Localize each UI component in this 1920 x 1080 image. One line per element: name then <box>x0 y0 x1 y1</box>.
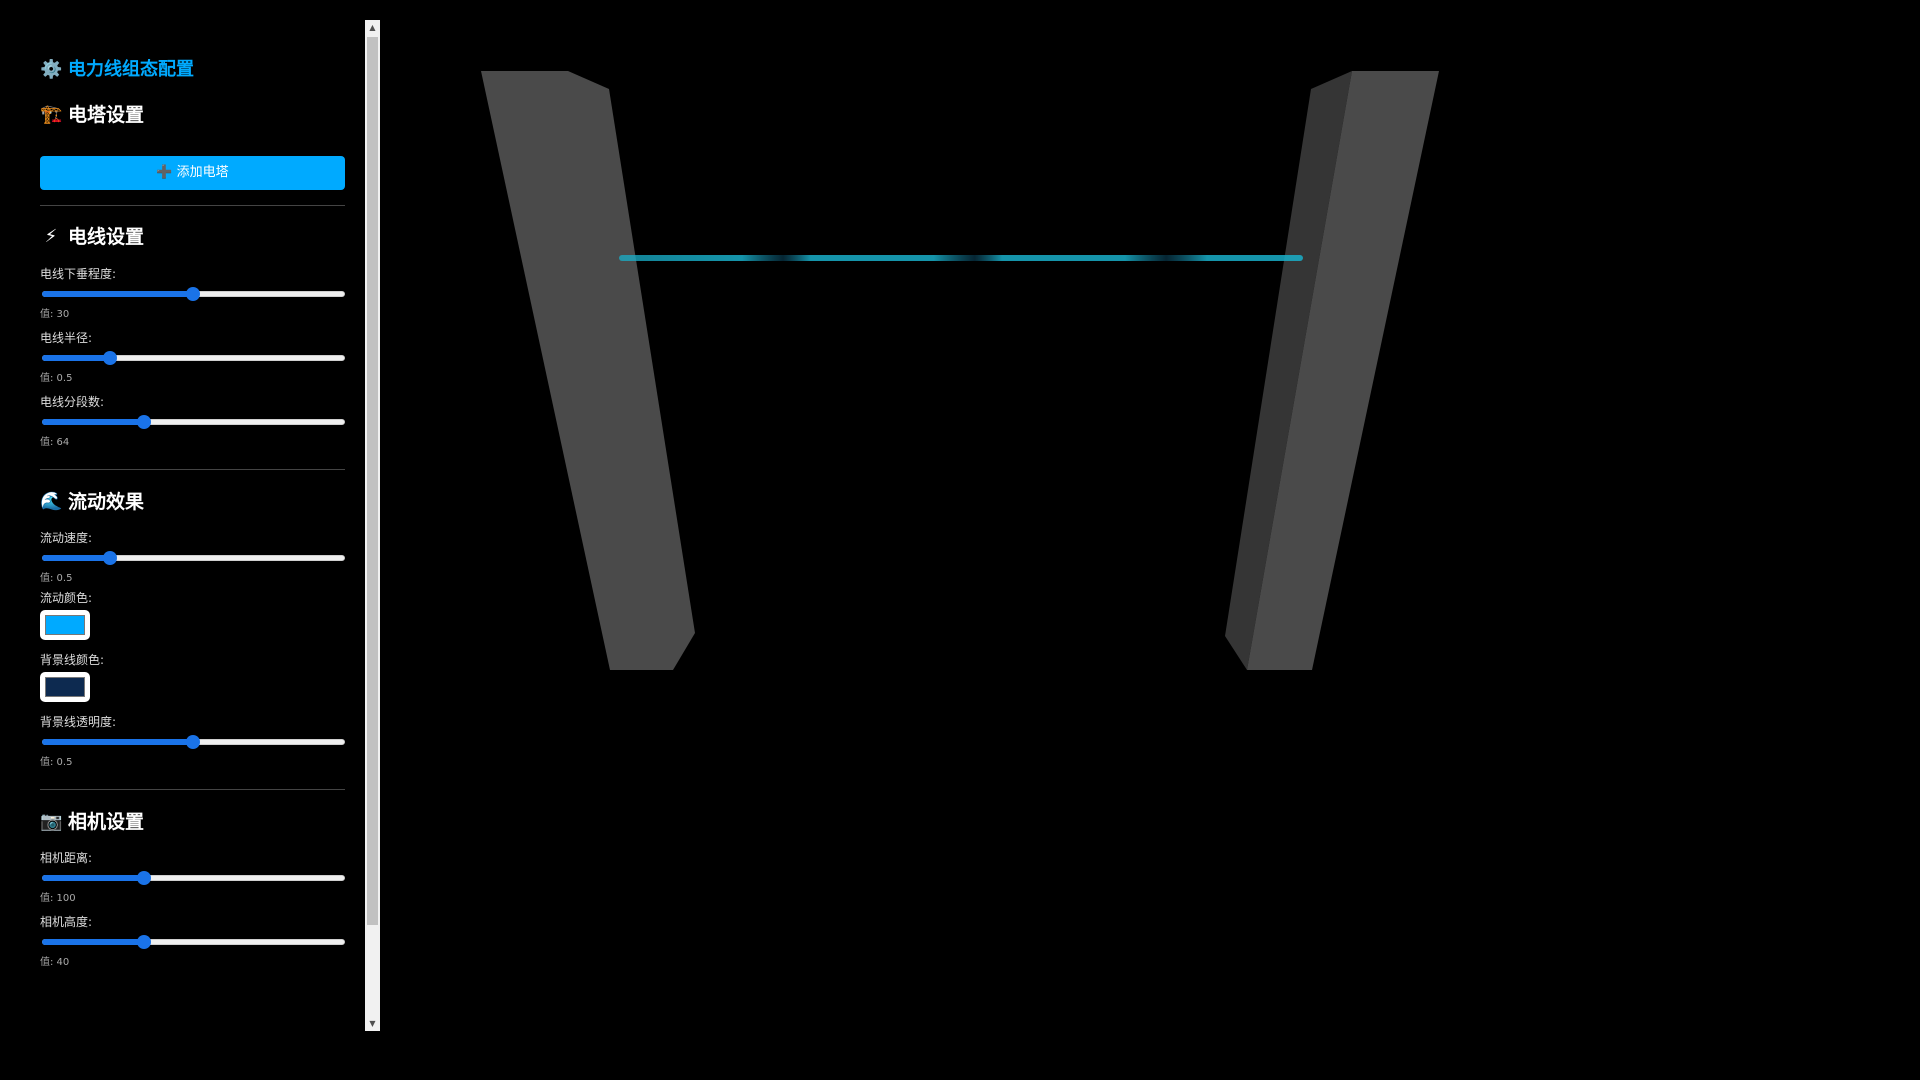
panel-title: ⚙️ 电力线组态配置 <box>40 58 341 82</box>
wire-segments-label: 电线分段数: <box>40 395 105 409</box>
wire-radius-value: 值: 0.5 <box>40 373 73 384</box>
flow-speed-value: 值: 0.5 <box>40 573 73 584</box>
section-title-tower-text: 电塔设置 <box>68 104 145 126</box>
slider-fill <box>42 939 145 945</box>
power-wire[interactable] <box>619 255 1303 261</box>
bg-line-opacity-slider[interactable] <box>40 734 345 750</box>
slider-thumb[interactable] <box>185 735 200 749</box>
panel-title-text: 电力线组态配置 <box>68 59 194 80</box>
section-title-flow-text: 流动效果 <box>68 491 145 513</box>
bg-line-color-value <box>45 677 85 697</box>
panel-scrollbar[interactable]: ▲ ▼ <box>365 20 380 1031</box>
scrollbar-thumb[interactable] <box>367 37 378 925</box>
tower-left[interactable] <box>481 71 695 670</box>
scroll-down-arrow-icon[interactable]: ▼ <box>365 1016 380 1031</box>
camera-height-slider[interactable] <box>40 934 345 950</box>
wire-radius-slider[interactable] <box>40 350 345 366</box>
slider-thumb[interactable] <box>137 415 152 429</box>
wire-sag-slider[interactable] <box>40 286 345 302</box>
slider-thumb[interactable] <box>102 551 117 565</box>
camera-distance-value: 值: 100 <box>40 893 76 904</box>
wave-icon: 🌊 <box>40 491 63 512</box>
section-title-camera: 📷 相机设置 <box>40 809 341 835</box>
slider-fill <box>42 419 145 425</box>
lightning-icon: ⚡ <box>44 226 58 247</box>
slider-fill <box>42 555 110 561</box>
gear-icon: ⚙️ <box>40 59 63 80</box>
add-tower-button[interactable]: ➕ 添加电塔 <box>40 156 345 190</box>
flow-speed-label: 流动速度: <box>40 531 93 545</box>
bg-line-opacity-label: 背景线透明度: <box>40 715 117 729</box>
section-title-flow: 🌊 流动效果 <box>40 489 341 515</box>
slider-thumb[interactable] <box>137 871 152 885</box>
slider-fill <box>42 355 110 361</box>
bg-line-color-picker[interactable] <box>40 672 90 702</box>
camera-icon: 📷 <box>40 811 63 832</box>
wire-sag-label: 电线下垂程度: <box>40 267 117 281</box>
slider-fill <box>42 291 193 297</box>
slider-fill <box>42 875 145 881</box>
flow-color-value <box>45 615 85 635</box>
camera-height-label: 相机高度: <box>40 915 93 929</box>
slider-fill <box>42 739 193 745</box>
section-title-camera-text: 相机设置 <box>68 811 145 833</box>
wire-radius-label: 电线半径: <box>40 331 93 345</box>
config-panel: ⚙️ 电力线组态配置 🏗️ 电塔设置 ➕ 添加电塔 ⚡ 电线设置 电线下垂程度:… <box>20 20 365 1031</box>
flow-color-label: 流动颜色: <box>40 591 93 605</box>
bg-line-color-label: 背景线颜色: <box>40 653 105 667</box>
slider-thumb[interactable] <box>137 935 152 949</box>
scroll-up-arrow-icon[interactable]: ▲ <box>365 20 380 35</box>
section-title-wire-text: 电线设置 <box>68 226 145 248</box>
wire-segments-slider[interactable] <box>40 414 345 430</box>
section-title-wire: ⚡ 电线设置 <box>40 224 341 250</box>
camera-distance-slider[interactable] <box>40 870 345 886</box>
camera-height-value: 值: 40 <box>40 957 70 968</box>
slider-thumb[interactable] <box>185 287 200 301</box>
wire-segments-value: 值: 64 <box>40 437 70 448</box>
crane-icon: 🏗️ <box>40 104 63 125</box>
slider-thumb[interactable] <box>102 351 117 365</box>
wire-sag-value: 值: 30 <box>40 309 70 320</box>
section-title-tower: 🏗️ 电塔设置 <box>40 102 341 128</box>
flow-color-picker[interactable] <box>40 610 90 640</box>
flow-speed-slider[interactable] <box>40 550 345 566</box>
camera-distance-label: 相机距离: <box>40 851 93 865</box>
bg-line-opacity-value: 值: 0.5 <box>40 757 73 768</box>
